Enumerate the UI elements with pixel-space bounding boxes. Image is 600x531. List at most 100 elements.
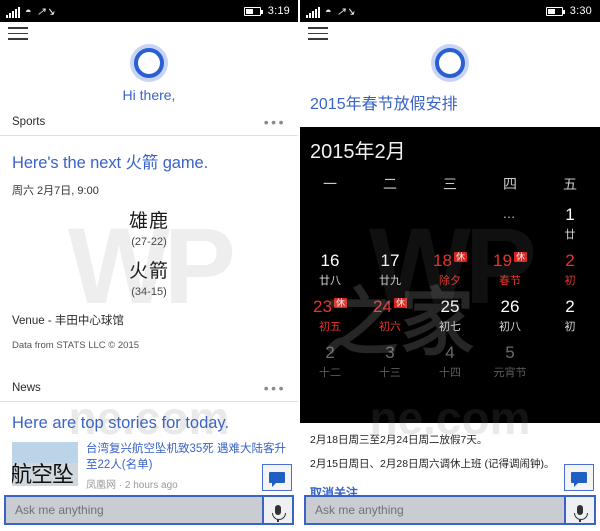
sports-card[interactable]: Here's the next 火箭 game. 周六 2月7日, 9:00 雄… (0, 149, 298, 351)
calendar-day-cell[interactable]: 2 十二 (300, 340, 360, 386)
page-title: 2015年春节放假安排 (310, 96, 458, 113)
calendar-day-cell[interactable]: 2初 (540, 248, 600, 294)
speech-bubble-icon (571, 472, 587, 487)
divider (0, 135, 298, 136)
calendar-lunar-label: 初七 (439, 321, 461, 333)
chat-button[interactable] (262, 464, 292, 491)
rest-day-badge: 休 (513, 252, 527, 262)
calendar-day-number: 1 (565, 205, 575, 224)
calendar-weekday: 三 (443, 176, 457, 192)
mic-button[interactable] (264, 495, 294, 525)
calendar-lunar-label: 廿八 (319, 275, 341, 287)
calendar-ellipsis: … (502, 206, 518, 221)
calendar-day-cell[interactable]: … (480, 202, 540, 248)
calendar-day-cell[interactable]: 1廿 (540, 202, 600, 248)
calendar-month-label: 2015年2月 (310, 141, 406, 163)
calendar-day-cell[interactable]: 25 初七 (420, 294, 480, 340)
mic-button[interactable] (566, 495, 596, 525)
team-row: 火箭 (34-15) (12, 256, 286, 298)
calendar-day-cell[interactable]: 18 休除夕 (420, 248, 480, 294)
calendar-day-number: 18 休 (433, 251, 467, 270)
calendar-week-row: 16 廿八 17 廿九 18 休除夕 19 休春节 2 初 (300, 248, 600, 294)
dual-phone-screenshot: WP ne.com ◓ ↗↘ 3:19 Hi there, Sports ••• (0, 0, 600, 531)
search-input[interactable]: Ask me anything (4, 495, 264, 525)
data-icon: ↗↘ (336, 5, 356, 18)
cortana-ring-icon[interactable] (435, 48, 465, 78)
calendar-day-cell[interactable]: 26 初八 (480, 294, 540, 340)
venue-text: Venue - 丰田中心球馆 (12, 315, 124, 327)
calendar-day-number: 2 (565, 251, 575, 270)
rest-day-badge: 休 (453, 252, 467, 262)
calendar-day-cell[interactable]: 16 廿八 (300, 248, 360, 294)
ask-bar: Ask me anything (4, 495, 294, 525)
calendar-day-number: 23 休 (313, 297, 347, 316)
calendar-day-cell[interactable]: 3 十三 (360, 340, 420, 386)
calendar-lunar-label: 初 (564, 275, 576, 287)
calendar-weekday-row: 一二三四五 (300, 170, 600, 200)
team-name: 雄鹿 (128, 211, 169, 232)
hamburger-menu-icon[interactable] (8, 27, 28, 44)
calendar-week-row: 2 十二 3 十三 4 十四 5 元宵节 (300, 340, 600, 386)
news-thumbnail: 航空坠 (12, 442, 78, 486)
holiday-note-1: 2月18日周三至2月24日周二放假7天。 (310, 434, 488, 446)
calendar-day-number: 25 (440, 297, 460, 316)
hamburger-menu-icon[interactable] (308, 27, 328, 44)
calendar-day-cell[interactable]: 4 十四 (420, 340, 480, 386)
calendar-day-cell[interactable]: 23 休初五 (300, 294, 360, 340)
calendar-lunar-label: 廿九 (379, 275, 401, 287)
calendar-day-number: 16 (320, 251, 340, 270)
calendar-day-number: 2 (565, 297, 575, 316)
chat-button[interactable] (564, 464, 594, 491)
speech-bubble-icon (269, 472, 285, 487)
calendar-day-cell[interactable]: 19 休春节 (480, 248, 540, 294)
sports-headline: Here's the next 火箭 game. (12, 154, 209, 172)
news-item-source: 凤凰网 · 2 hours ago (86, 480, 178, 492)
calendar-card[interactable]: 之家 2015年2月 一二三四五 … 1 廿 16 廿八 17 廿九 18 休除夕 19 休春节 2 初… (300, 127, 600, 423)
right-phone-screen: WP ne.com ◓ ↗↘ 3:30 2015年春节放假安排 之家 2015年… (300, 0, 600, 531)
search-input[interactable]: Ask me anything (304, 495, 566, 525)
calendar-day-number: 26 (500, 297, 520, 316)
calendar-day-cell (300, 202, 360, 248)
calendar-day-number: 3 (385, 343, 395, 362)
calendar-day-number: 19 休 (493, 251, 527, 270)
microphone-icon (272, 505, 286, 522)
list-item[interactable]: 航空坠 台湾复兴航空坠机致35死 遇难大陆客升至22人(名单) 凤凰网 · 2 … (12, 442, 286, 491)
calendar-lunar-label: 十四 (439, 367, 461, 379)
holiday-note-2: 2月15日周日、2月28日周六调休上班 (记得调闹钟)。 (310, 458, 555, 470)
status-clock: 3:30 (569, 5, 592, 17)
calendar-day-cell[interactable]: 17 廿九 (360, 248, 420, 294)
calendar-day-cell[interactable]: 5 元宵节 (480, 340, 540, 386)
team-name: 火箭 (128, 261, 169, 282)
more-options-icon[interactable]: ••• (264, 115, 286, 129)
calendar-lunar-label: 初八 (499, 321, 521, 333)
calendar-week-row: … 1 廿 (300, 202, 600, 248)
calendar-weekday: 五 (563, 176, 577, 192)
calendar-day-number: 5 (505, 343, 515, 362)
calendar-day-cell[interactable]: 24 休初六 (360, 294, 420, 340)
wifi-icon: ◓ (325, 5, 332, 18)
news-thumbnail-text: 航空坠 (12, 462, 74, 486)
calendar-lunar-label: 初五 (319, 321, 341, 333)
calendar-weekday: 四 (503, 176, 517, 192)
calendar-day-number: 2 (325, 343, 335, 362)
status-clock: 3:19 (267, 5, 290, 17)
calendar-weekday: 二 (383, 176, 397, 192)
calendar-lunar-label: 元宵节 (493, 367, 527, 379)
team-record: (34-15) (131, 286, 167, 298)
sports-gametime: 周六 2月7日, 9:00 (12, 185, 99, 197)
section-title-sports: Sports (12, 116, 46, 128)
cortana-ring-icon[interactable] (134, 48, 164, 78)
team-record: (27-22) (131, 236, 167, 248)
calendar-lunar-label: 十二 (319, 367, 341, 379)
status-bar: ◓ ↗↘ 3:19 (0, 0, 298, 22)
more-options-icon[interactable]: ••• (264, 381, 286, 395)
news-section-header: News ••• (0, 381, 298, 395)
calendar-day-cell[interactable]: 2初 (540, 294, 600, 340)
calendar-lunar-label: 廿 (564, 229, 576, 241)
greeting-text: Hi there, (122, 87, 176, 103)
news-headline: Here are top stories for today. (12, 414, 230, 432)
calendar-lunar-label: 十三 (379, 367, 401, 379)
cortana-header (0, 22, 298, 78)
news-item-title: 台湾复兴航空坠机致35死 遇难大陆客升至22人(名单) (86, 443, 286, 471)
status-bar: ◓ ↗↘ 3:30 (300, 0, 600, 22)
